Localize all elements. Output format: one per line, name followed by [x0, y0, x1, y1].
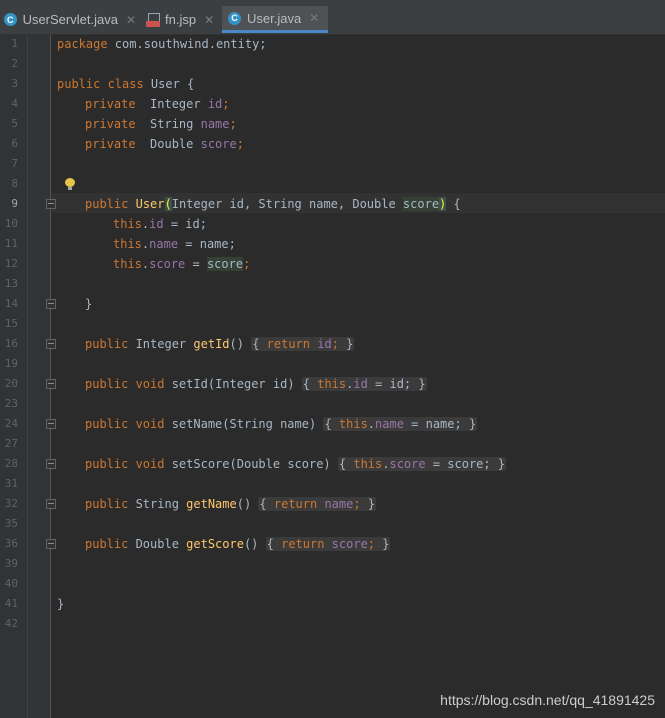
line-number: 32	[4, 497, 18, 510]
line-number: 9	[11, 197, 18, 210]
line-number: 2	[11, 57, 18, 70]
line-number: 39	[4, 557, 18, 570]
java-class-icon: C	[228, 11, 241, 25]
fold-toggle[interactable]	[46, 539, 56, 549]
line-number: 36	[4, 537, 18, 550]
editor-tab-bar: C UserServlet.java ✕ fn.jsp ✕ C User.jav…	[0, 0, 665, 35]
line-number: 28	[4, 457, 18, 470]
fold-toggle[interactable]	[46, 299, 56, 309]
line-number: 6	[11, 137, 18, 150]
fold-toggle[interactable]	[46, 419, 56, 429]
line-number: 8	[11, 177, 18, 190]
code-line[interactable]: public void setScore(Double score) { thi…	[85, 454, 507, 474]
code-line[interactable]: }	[57, 594, 64, 614]
line-number: 42	[4, 617, 18, 630]
close-icon[interactable]: ✕	[309, 11, 319, 25]
close-icon[interactable]: ✕	[204, 13, 214, 27]
tab-fn-jsp[interactable]: fn.jsp ✕	[146, 6, 218, 33]
line-number: 7	[11, 157, 18, 170]
code-line[interactable]: private Double score;	[85, 134, 244, 154]
line-number: 11	[4, 237, 18, 250]
line-number: 1	[11, 37, 18, 50]
line-number: 4	[11, 97, 18, 110]
close-icon[interactable]: ✕	[126, 13, 136, 27]
code-line[interactable]: private String name;	[85, 114, 237, 134]
code-line[interactable]: public String getName() { return name; }	[85, 494, 377, 514]
gutter-divider	[27, 35, 28, 718]
line-number: 35	[4, 517, 18, 530]
line-number: 10	[4, 217, 18, 230]
code-line[interactable]: public Double getScore() { return score;…	[85, 534, 391, 554]
line-number: 31	[4, 477, 18, 490]
line-number: 24	[4, 417, 18, 430]
code-line[interactable]: public void setId(Integer id) { this.id …	[85, 374, 427, 394]
tab-user-java[interactable]: C User.java ✕	[222, 6, 328, 33]
line-number: 23	[4, 397, 18, 410]
line-number: 5	[11, 117, 18, 130]
line-number: 16	[4, 337, 18, 350]
watermark-url: https://blog.csdn.net/qq_41891425	[440, 692, 655, 708]
code-line[interactable]: public User(Integer id, String name, Dou…	[85, 194, 461, 214]
code-line[interactable]: this.score = score;	[113, 254, 250, 274]
line-number: 15	[4, 317, 18, 330]
code-line[interactable]: public Integer getId() { return id; }	[85, 334, 355, 354]
fold-toggle[interactable]	[46, 339, 56, 349]
line-number: 27	[4, 437, 18, 450]
fold-toggle[interactable]	[46, 379, 56, 389]
jsp-file-icon	[146, 12, 160, 27]
tab-userservlet[interactable]: C UserServlet.java ✕	[4, 6, 136, 33]
tab-label: UserServlet.java	[22, 12, 118, 27]
line-number: 41	[4, 597, 18, 610]
line-number: 40	[4, 577, 18, 590]
line-number: 3	[11, 77, 18, 90]
code-line[interactable]: public void setName(String name) { this.…	[85, 414, 478, 434]
code-line[interactable]: }	[85, 294, 92, 314]
code-line[interactable]: private Integer id;	[85, 94, 230, 114]
code-line[interactable]: this.name = name;	[113, 234, 236, 254]
lightbulb-icon[interactable]	[65, 178, 75, 190]
fold-toggle[interactable]	[46, 459, 56, 469]
java-class-icon: C	[4, 13, 17, 26]
tab-label: fn.jsp	[165, 12, 197, 27]
line-number: 20	[4, 377, 18, 390]
line-number: 13	[4, 277, 18, 290]
line-number: 14	[4, 297, 18, 310]
code-line[interactable]: public class User {	[57, 74, 194, 94]
code-line[interactable]: this.id = id;	[113, 214, 207, 234]
fold-toggle[interactable]	[46, 199, 56, 209]
line-number: 12	[4, 257, 18, 270]
tab-label: User.java	[247, 10, 302, 26]
fold-toggle[interactable]	[46, 499, 56, 509]
code-line[interactable]: package com.southwind.entity;	[57, 34, 267, 54]
line-number: 19	[4, 357, 18, 370]
